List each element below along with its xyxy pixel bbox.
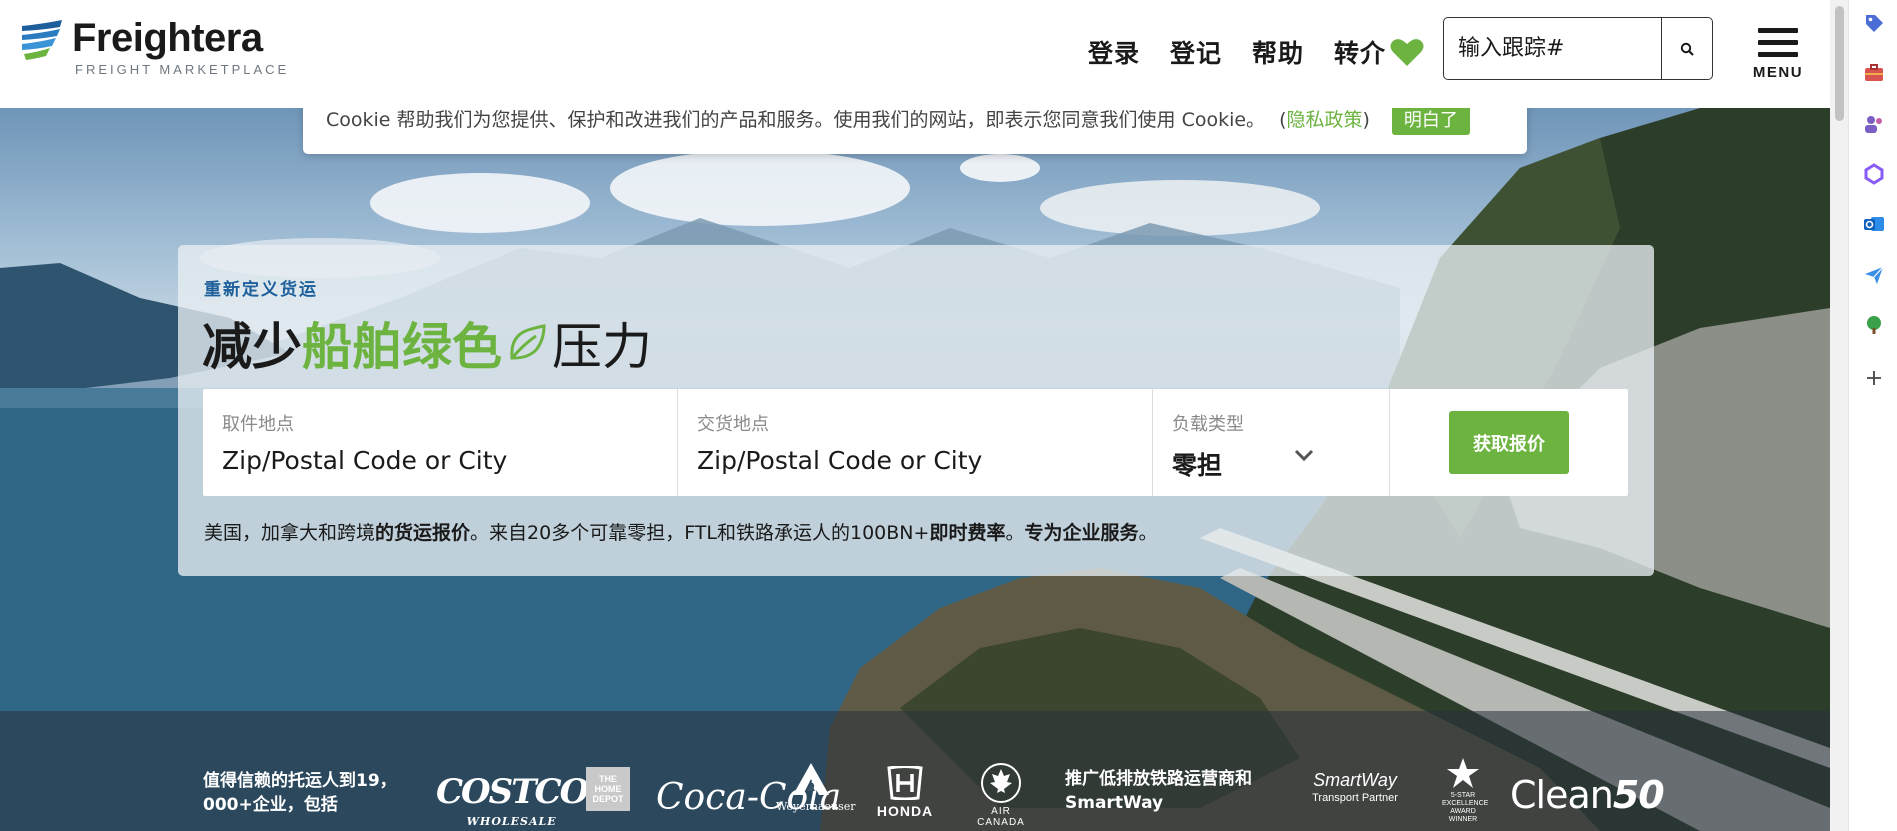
clean50-logo: Clean50 <box>1510 773 1665 817</box>
briefcase-icon[interactable] <box>1863 62 1885 84</box>
hero-tagline: 美国，加拿大和跨境的货运报价。来自20多个可靠零担，FTL和铁路承运人的100B… <box>204 518 1158 545</box>
privacy-policy-wrap: (隐私政策) <box>1279 108 1370 132</box>
privacy-policy-link[interactable]: 隐私政策 <box>1286 109 1362 131</box>
cookie-message: Cookie 帮助我们为您提供、保护和改进我们的产品和服务。使用我们的网站，即表… <box>326 109 1266 131</box>
quote-panel: 重新定义货运 减少 船舶绿色 压力 取件地点 交货地点 负载类型 零担 <box>178 245 1654 576</box>
clean50-a: Clean <box>1510 773 1614 817</box>
help-link[interactable]: 帮助 <box>1252 34 1304 70</box>
browser-sidebar <box>1848 0 1897 831</box>
heart-icon <box>1390 39 1424 66</box>
leaf-icon <box>510 324 546 360</box>
air-canada-name: AIR CANADA <box>977 806 1025 828</box>
smartway-name: SmartWay <box>1313 770 1397 790</box>
search-icon <box>1680 42 1694 56</box>
hamburger-icon-bar <box>1758 52 1798 57</box>
main-nav: 登录 登记 帮助 转介 <box>1088 34 1424 70</box>
brand-name: Freightera <box>72 16 263 60</box>
people-icon[interactable] <box>1863 113 1885 135</box>
chevron-down-icon <box>1294 449 1314 462</box>
costco-logo: COSTCO WHOLESALE <box>436 775 589 831</box>
add-icon[interactable] <box>1863 367 1885 389</box>
dropoff-field[interactable]: 交货地点 <box>678 389 1153 496</box>
home-depot-logo: THE HOME DEPOT <box>586 767 630 811</box>
register-link[interactable]: 登记 <box>1170 34 1222 70</box>
freightera-logo[interactable]: Freightera FREIGHT MARKETPLACE <box>20 18 289 77</box>
trusted-text: 值得信赖的托运人到19，000+企业，包括 <box>203 771 397 815</box>
weyerhaeuser-logo: Weyerhaeuser <box>776 761 856 813</box>
login-link[interactable]: 登录 <box>1088 34 1140 70</box>
weyerhaeuser-name: Weyerhaeuser <box>776 800 856 813</box>
honda-h-icon <box>887 765 923 801</box>
maple-leaf-icon <box>981 763 1021 803</box>
load-type-label: 负载类型 <box>1172 414 1244 435</box>
load-type-select[interactable]: 负载类型 零担 <box>1153 389 1390 496</box>
brand-tagline: FREIGHT MARKETPLACE <box>75 62 290 77</box>
headline-part1: 减少 <box>202 318 302 376</box>
tag-icon[interactable] <box>1863 12 1885 34</box>
get-quote-button[interactable]: 获取报价 <box>1449 411 1569 474</box>
menu-label: MENU <box>1752 64 1804 81</box>
freightera-logo-icon <box>22 20 62 60</box>
tagline-t7: 。 <box>1138 522 1158 544</box>
hamburger-icon <box>1758 28 1798 33</box>
rail-smartway-text: 推广低排放铁路运营商和SmartWay <box>1065 769 1252 813</box>
cookie-accept-button[interactable]: 明白了 <box>1391 108 1470 135</box>
refer-label: 转介 <box>1334 39 1387 68</box>
refer-link[interactable]: 转介 <box>1334 34 1424 70</box>
headline-part3: 压力 <box>552 318 652 376</box>
scrollbar-thumb[interactable] <box>1835 6 1844 121</box>
outlook-icon[interactable] <box>1863 213 1885 235</box>
cookie-banner: Cookie 帮助我们为您提供、保护和改进我们的产品和服务。使用我们的网站，即表… <box>303 108 1527 154</box>
costco-name: COSTCO <box>436 772 589 812</box>
quote-button-cell: 获取报价 <box>1390 389 1628 496</box>
tagline-t1: 美国，加拿大和跨境 <box>204 522 376 544</box>
honda-name: HONDA <box>876 803 934 819</box>
send-icon[interactable] <box>1863 264 1885 286</box>
smartway-logo: SmartWay Transport Partner <box>1295 771 1415 807</box>
tagline-t2: 的货运报价 <box>375 522 471 544</box>
tagline-t6: 专为企业服务 <box>1024 522 1139 544</box>
dropoff-label: 交货地点 <box>697 414 769 435</box>
tagline-t3: 。来自20多个可靠零担，FTL和铁路承运人的100BN+ <box>470 522 930 544</box>
load-type-value: 零担 <box>1172 451 1223 480</box>
headline-part2: 船舶绿色 <box>302 318 502 376</box>
tracking-search <box>1443 17 1713 80</box>
page-scrollbar[interactable] <box>1830 0 1848 831</box>
star-icon <box>1447 758 1479 788</box>
hero-headline: 减少 船舶绿色 压力 <box>202 307 652 379</box>
hero-eyebrow: 重新定义货运 <box>204 280 318 300</box>
tagline-t4: 即时费率 <box>929 522 1006 544</box>
menu-button[interactable]: MENU <box>1750 28 1806 81</box>
copilot-icon[interactable] <box>1863 163 1885 185</box>
air-canada-logo: AIR CANADA <box>966 763 1036 828</box>
pickup-input[interactable] <box>222 446 632 475</box>
hamburger-icon-bar <box>1758 40 1798 45</box>
pickup-label: 取件地点 <box>222 414 294 435</box>
tracking-search-button[interactable] <box>1661 18 1712 79</box>
trusted-by-strip: 值得信赖的托运人到19，000+企业，包括 COSTCO WHOLESALE T… <box>0 711 1830 831</box>
clean50-b: 50 <box>1612 773 1665 817</box>
five-star-award-logo: 5-STAR EXCELLENCE AWARD WINNER <box>1442 757 1489 824</box>
site-header: Freightera FREIGHT MARKETPLACE 登录 登记 帮助 … <box>0 0 1830 108</box>
dropoff-input[interactable] <box>697 446 1107 475</box>
tracking-input[interactable] <box>1444 18 1661 79</box>
weyerhaeuser-mark-icon <box>793 763 829 795</box>
smartway-sub: Transport Partner <box>1312 792 1398 804</box>
tagline-t5: 。 <box>1005 522 1025 544</box>
honda-logo: HONDA <box>868 765 942 819</box>
quote-form: 取件地点 交货地点 负载类型 零担 获取报价 <box>203 389 1628 496</box>
paren-close: ) <box>1362 109 1370 131</box>
tree-icon[interactable] <box>1863 314 1885 336</box>
hero-section: Cookie 帮助我们为您提供、保护和改进我们的产品和服务。使用我们的网站，即表… <box>0 108 1830 831</box>
five-star-text: 5-STAR EXCELLENCE AWARD WINNER <box>1442 792 1489 823</box>
pickup-field[interactable]: 取件地点 <box>203 389 678 496</box>
